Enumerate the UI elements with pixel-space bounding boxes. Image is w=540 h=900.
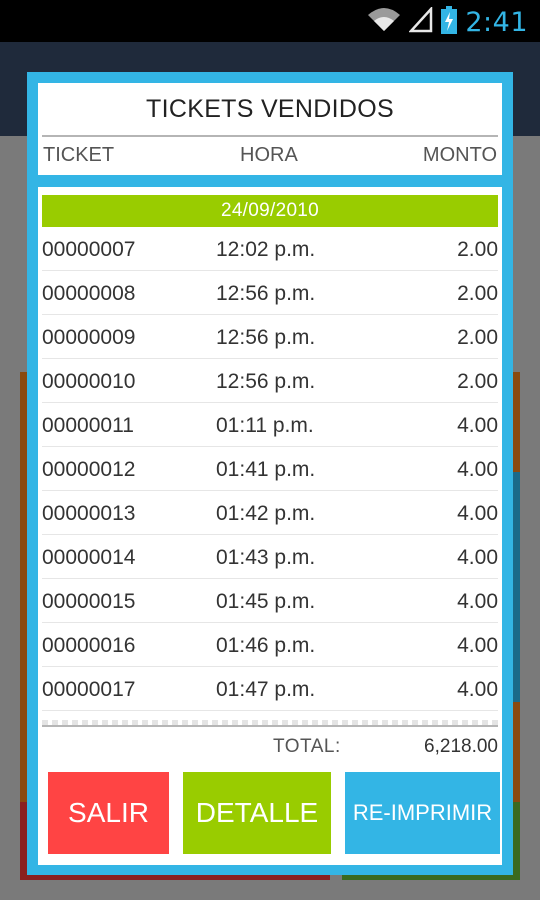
status-icons: 2:41: [367, 5, 528, 39]
table-row[interactable]: 00000009 12:56 p.m. 2.00: [42, 315, 498, 359]
table-row[interactable]: 00000007 12:02 p.m. 2.00: [42, 227, 498, 271]
column-header-monto: MONTO: [422, 144, 497, 166]
status-time: 2:41: [465, 6, 528, 38]
ticket-amount: 2.00: [457, 370, 498, 393]
signal-icon: [408, 5, 433, 38]
battery-charging-icon: [441, 5, 458, 39]
ticket-time: 12:56 p.m.: [216, 282, 316, 305]
ticket-time: 01:43 p.m.: [216, 546, 316, 569]
table-row[interactable]: 00000017 01:47 p.m. 4.00: [42, 667, 498, 711]
ticket-amount: 4.00: [457, 502, 498, 525]
ticket-number: 00000014: [42, 546, 136, 569]
ticket-number: 00000017: [42, 678, 136, 701]
table-row[interactable]: 00000016 01:46 p.m. 4.00: [42, 623, 498, 667]
ticket-amount: 4.00: [457, 414, 498, 437]
ticket-time: 01:11 p.m.: [216, 414, 314, 437]
ticket-time: 01:42 p.m.: [216, 502, 316, 525]
ticket-number: 00000013: [42, 502, 136, 525]
ticket-number: 00000009: [42, 326, 136, 349]
ticket-number: 00000007: [42, 238, 136, 261]
status-bar: 2:41: [0, 0, 540, 42]
ticket-number: 00000011: [42, 414, 134, 437]
dialog-title: TICKETS VENDIDOS: [146, 95, 394, 123]
ticket-time: 12:56 p.m.: [216, 370, 316, 393]
reimprimir-button[interactable]: RE-IMPRIMIR: [345, 772, 500, 854]
wifi-icon: [367, 7, 401, 38]
salir-button[interactable]: SALIR: [48, 772, 169, 854]
total-divider: [42, 725, 498, 727]
table-row[interactable]: 00000015 01:45 p.m. 4.00: [42, 579, 498, 623]
ticket-time: 12:02 p.m.: [216, 238, 316, 261]
ticket-number: 00000012: [42, 458, 136, 481]
column-header-ticket: TICKET: [43, 144, 115, 166]
title-divider: [42, 135, 498, 137]
total-label: TOTAL:: [273, 736, 341, 757]
table-row[interactable]: 00000008 12:56 p.m. 2.00: [42, 271, 498, 315]
table-row[interactable]: 00000011 01:11 p.m. 4.00: [42, 403, 498, 447]
tickets-list[interactable]: 00000007 12:02 p.m. 2.00 00000008 12:56 …: [42, 227, 498, 722]
table-row[interactable]: 00000013 01:42 p.m. 4.00: [42, 491, 498, 535]
ticket-amount: 2.00: [457, 238, 498, 261]
dialog-header: TICKETS VENDIDOS TICKET HORA MONTO: [38, 83, 502, 175]
ticket-number: 00000015: [42, 590, 136, 613]
table-row[interactable]: 00000014 01:43 p.m. 4.00: [42, 535, 498, 579]
detalle-button[interactable]: DETALLE: [183, 772, 331, 854]
dialog-body: 24/09/2010 00000007 12:02 p.m. 2.00 0000…: [38, 187, 502, 865]
ticket-amount: 4.00: [457, 634, 498, 657]
ticket-amount: 2.00: [457, 326, 498, 349]
total-value: 6,218.00: [424, 736, 498, 757]
ticket-number: 00000008: [42, 282, 136, 305]
ticket-amount: 4.00: [457, 546, 498, 569]
column-header-hora: HORA: [240, 144, 298, 166]
table-row[interactable]: 00000012 01:41 p.m. 4.00: [42, 447, 498, 491]
table-row[interactable]: 00000010 12:56 p.m. 2.00: [42, 359, 498, 403]
ticket-amount: 4.00: [457, 458, 498, 481]
ticket-amount: 4.00: [457, 678, 498, 701]
tickets-dialog: TICKETS VENDIDOS TICKET HORA MONTO 24/09…: [27, 72, 513, 875]
ticket-time: 01:41 p.m.: [216, 458, 316, 481]
ticket-time: 12:56 p.m.: [216, 326, 316, 349]
ticket-number: 00000010: [42, 370, 136, 393]
ticket-time: 01:45 p.m.: [216, 590, 316, 613]
date-group-header: 24/09/2010: [42, 195, 498, 227]
ticket-time: 01:47 p.m.: [216, 678, 316, 701]
ticket-time: 01:46 p.m.: [216, 634, 316, 657]
ticket-number: 00000016: [42, 634, 136, 657]
ticket-amount: 4.00: [457, 590, 498, 613]
ticket-amount: 2.00: [457, 282, 498, 305]
